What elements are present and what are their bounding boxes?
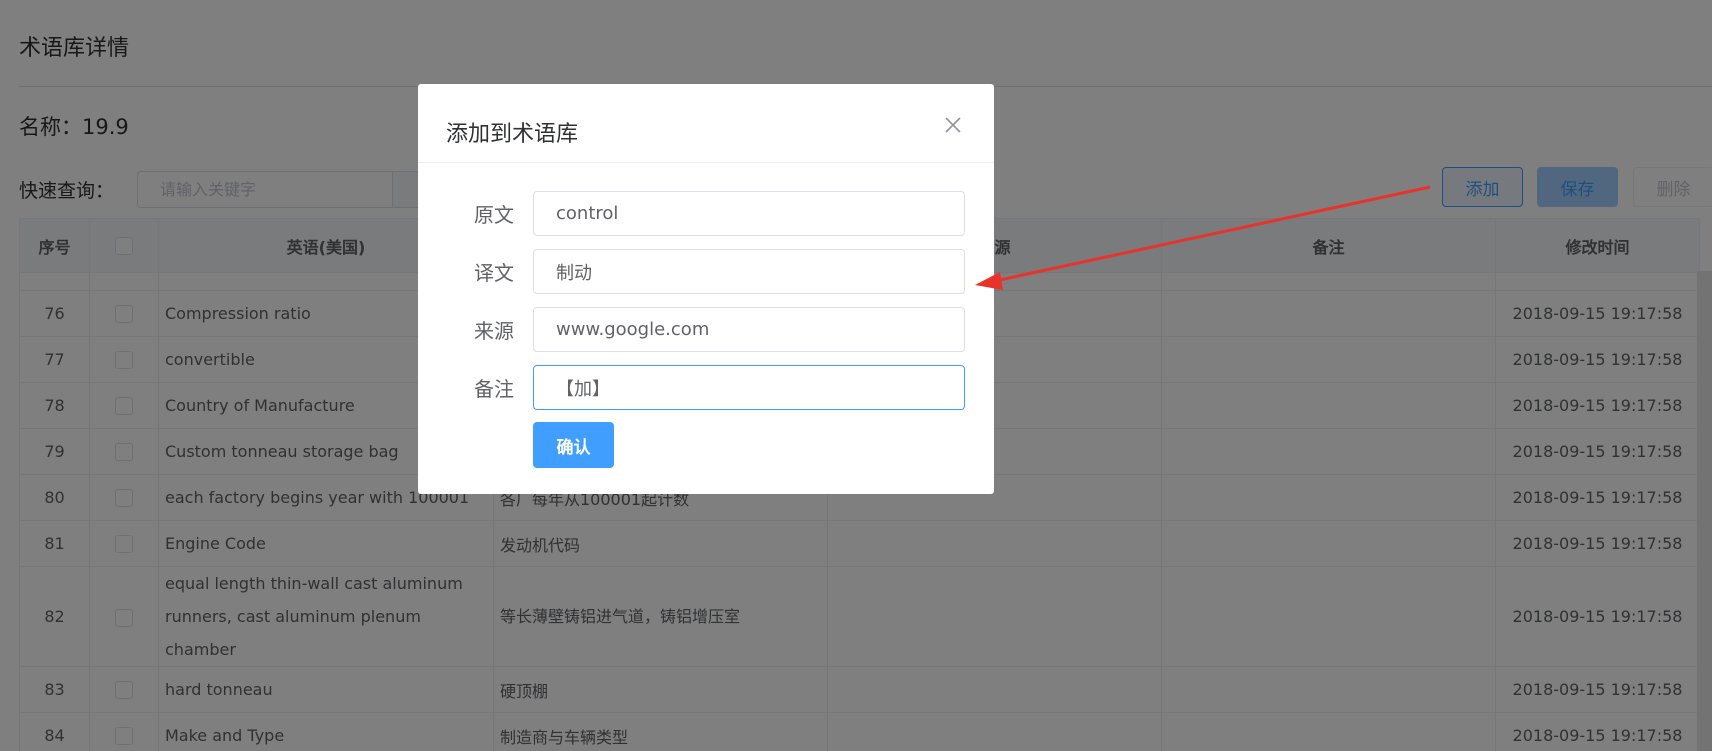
note-input[interactable]	[534, 366, 964, 409]
source-text-label: 原文	[474, 203, 514, 227]
add-to-term-library-dialog: 添加到术语库 原文 译文 来源 备注 确认	[418, 84, 994, 494]
source-text-field[interactable]	[533, 191, 965, 236]
close-icon[interactable]	[942, 114, 964, 136]
origin-input[interactable]	[534, 308, 964, 351]
translation-label: 译文	[474, 261, 514, 285]
confirm-button[interactable]: 确认	[533, 422, 614, 468]
note-label: 备注	[474, 377, 514, 401]
origin-field[interactable]	[533, 307, 965, 352]
dialog-title: 添加到术语库	[446, 122, 579, 147]
dialog-divider	[418, 162, 994, 163]
source-text-input[interactable]	[534, 192, 964, 235]
translation-input[interactable]	[534, 250, 964, 293]
origin-label: 来源	[474, 319, 514, 343]
note-field[interactable]	[533, 365, 965, 410]
translation-field[interactable]	[533, 249, 965, 294]
